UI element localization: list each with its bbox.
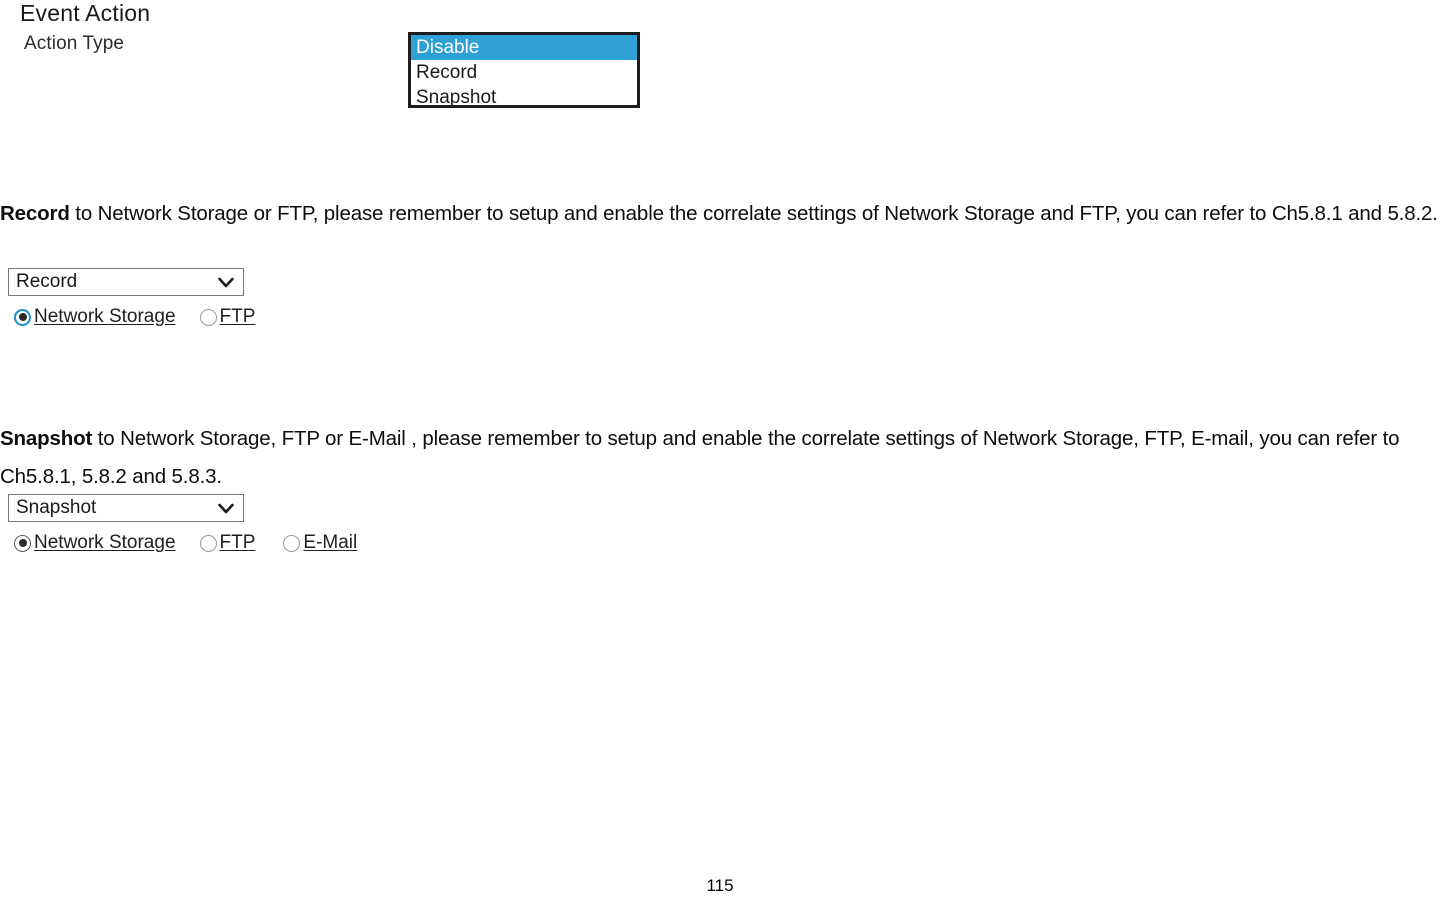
record-action-select-value: Record <box>16 271 78 292</box>
record-action-select[interactable]: Record <box>8 268 244 296</box>
snapshot-action-select[interactable]: Snapshot <box>8 494 244 522</box>
record-description-text: to Network Storage or FTP, please rememb… <box>69 201 1438 225</box>
radio-unselected-icon <box>283 534 301 552</box>
page-number: 115 <box>706 876 734 895</box>
radio-email-snapshot-label: E-Mail <box>303 532 358 553</box>
listbox-option-disable[interactable]: Disable <box>411 35 637 60</box>
radio-ftp-snapshot-label: FTP <box>219 532 256 553</box>
radio-network-storage-record[interactable]: Network Storage <box>14 304 176 330</box>
radio-selected-icon <box>14 534 31 552</box>
record-target-radio-group: Network Storage FTP <box>0 304 700 330</box>
radio-ftp-record[interactable]: FTP <box>199 304 256 330</box>
radio-network-storage-record-label: Network Storage <box>34 306 176 327</box>
chevron-down-icon <box>218 276 234 288</box>
snapshot-description-paragraph: Snapshot to Network Storage, FTP or E-Ma… <box>0 420 1440 496</box>
listbox-option-record[interactable]: Record <box>411 60 637 85</box>
event-action-panel: Event Action Action Type Disable Record … <box>0 0 1440 125</box>
record-description-paragraph: Record to Network Storage or FTP, please… <box>0 195 1440 233</box>
radio-network-storage-snapshot[interactable]: Network Storage <box>14 530 176 556</box>
snapshot-target-radio-group: Network Storage FTP E-Mail <box>0 530 700 556</box>
record-control-group: Record Network Storage FTP <box>0 268 700 330</box>
record-lead-term: Record <box>0 201 70 225</box>
radio-network-storage-snapshot-label: Network Storage <box>34 532 176 553</box>
radio-unselected-icon <box>199 534 217 552</box>
snapshot-description-text: to Network Storage, FTP or E-Mail , plea… <box>0 426 1400 488</box>
snapshot-lead-term: Snapshot <box>0 426 93 450</box>
radio-ftp-record-label: FTP <box>219 306 256 327</box>
snapshot-action-select-value: Snapshot <box>16 497 97 518</box>
radio-selected-icon <box>14 308 31 326</box>
action-type-listbox[interactable]: Disable Record Snapshot <box>408 32 640 108</box>
radio-unselected-icon <box>199 308 217 326</box>
chevron-down-icon <box>218 502 234 514</box>
event-action-heading: Event Action <box>20 0 151 26</box>
listbox-option-snapshot[interactable]: Snapshot <box>411 85 637 105</box>
radio-ftp-snapshot[interactable]: FTP <box>199 530 256 556</box>
action-type-label: Action Type <box>24 33 125 54</box>
radio-email-snapshot[interactable]: E-Mail <box>283 530 357 556</box>
snapshot-control-group: Snapshot Network Storage FTP E-Mail <box>0 494 700 556</box>
